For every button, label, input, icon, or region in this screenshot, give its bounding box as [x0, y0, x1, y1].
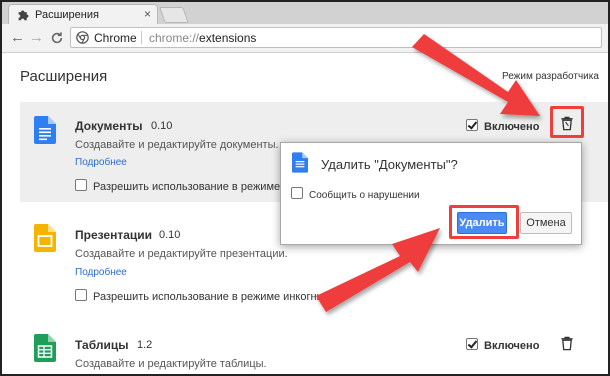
forward-arrow-icon[interactable]: → — [29, 29, 44, 46]
omnibox-chip: Chrome — [94, 31, 137, 45]
url-path: extensions — [199, 31, 257, 45]
puzzle-icon — [18, 10, 29, 21]
extension-description: Создавайте и редактируйте таблицы. — [75, 358, 267, 370]
back-arrow-icon[interactable]: ← — [10, 29, 25, 46]
report-abuse-checkbox[interactable] — [291, 187, 303, 199]
url-text[interactable]: chrome://extensions — [149, 31, 256, 45]
tab-extensions[interactable]: Расширения × — [8, 4, 158, 24]
enabled-checkbox[interactable] — [466, 119, 478, 131]
new-tab-button[interactable] — [159, 7, 189, 23]
docs-icon — [292, 152, 308, 173]
close-tab-icon[interactable]: × — [144, 7, 151, 21]
docs-icon — [34, 116, 56, 144]
incognito-checkbox[interactable] — [75, 179, 87, 191]
enabled-toggle[interactable]: Включено — [466, 119, 539, 133]
cancel-button[interactable]: Отмена — [520, 212, 572, 234]
dialog-title: Удалить "Документы"? — [321, 157, 458, 172]
report-abuse-label: Сообщить о нарушении — [309, 190, 420, 201]
incognito-option[interactable]: Разрешить использование в режиме инкогни… — [75, 289, 334, 303]
extension-description: Создавайте и редактируйте документы. — [75, 139, 279, 151]
enabled-checkbox[interactable] — [466, 338, 478, 350]
incognito-checkbox[interactable] — [75, 289, 87, 301]
developer-mode-label[interactable]: Режим разработчика — [502, 71, 599, 82]
enabled-label: Включено — [484, 340, 540, 352]
chrome-icon — [76, 31, 89, 44]
enabled-label: Включено — [484, 121, 540, 133]
details-link[interactable]: Подробнее — [75, 267, 127, 278]
remove-extension-dialog: Удалить "Документы"? Сообщить о нарушени… — [280, 142, 582, 245]
address-bar[interactable]: Chrome chrome://extensions — [70, 27, 602, 48]
reload-icon[interactable] — [50, 31, 64, 45]
extension-name: Таблицы — [75, 338, 129, 352]
url-scheme: chrome:// — [149, 31, 200, 45]
extension-version: 1.2 — [137, 339, 153, 351]
enabled-toggle[interactable]: Включено — [466, 338, 539, 352]
incognito-label: Разрешить использование в режиме инкогни… — [93, 291, 334, 303]
trash-icon[interactable] — [560, 336, 574, 351]
sheets-icon — [34, 334, 56, 362]
tab-title: Расширения — [35, 9, 99, 21]
trash-highlight — [550, 106, 584, 138]
browser-window: Расширения × ← → Chrome chrome://extensi… — [0, 0, 610, 376]
extension-description: Создавайте и редактируйте презентации. — [75, 248, 288, 260]
page-title: Расширения — [20, 68, 108, 85]
extension-item-sheets: Таблицы 1.2 Создавайте и редактируйте та… — [20, 328, 608, 374]
omnibox-separator — [141, 31, 142, 44]
extension-name: Документы — [75, 119, 143, 133]
extension-version: 0.10 — [151, 120, 173, 132]
tab-strip: Расширения × — [2, 2, 608, 24]
slides-icon — [34, 224, 56, 252]
details-link[interactable]: Подробнее — [75, 157, 127, 168]
toolbar: ← → Chrome chrome://extensions — [2, 24, 608, 53]
report-abuse-option[interactable]: Сообщить о нарушении — [291, 187, 420, 201]
extension-version: 0.10 — [159, 229, 181, 241]
extension-name: Презентации — [75, 228, 153, 242]
remove-button-highlight — [449, 205, 519, 239]
